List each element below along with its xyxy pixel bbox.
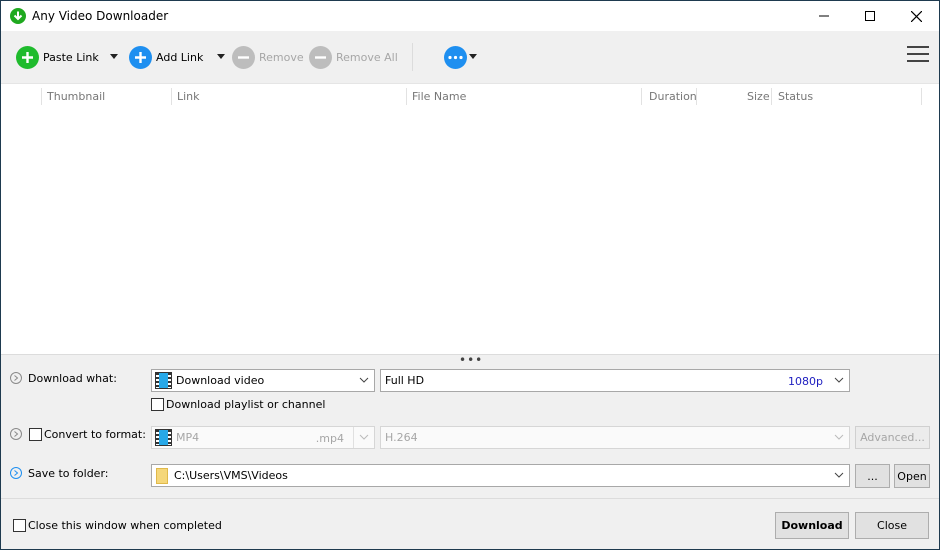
column-header-status[interactable]: Status: [778, 90, 813, 103]
more-options-button[interactable]: [444, 44, 467, 70]
close-when-completed-checkbox[interactable]: [13, 519, 26, 532]
playlist-label: Download playlist or channel: [166, 398, 326, 411]
format-value: MP4: [176, 431, 200, 444]
remove-all-label: Remove All: [336, 50, 398, 64]
remove-button[interactable]: Remove: [232, 44, 304, 70]
film-icon: [155, 429, 172, 446]
maximize-button[interactable]: [847, 1, 893, 31]
download-type-select[interactable]: Download video: [151, 369, 375, 392]
plus-icon: [16, 45, 39, 69]
format-extension: .mp4: [315, 432, 344, 445]
open-folder-button[interactable]: Open: [894, 464, 930, 488]
add-link-button[interactable]: Add Link: [129, 44, 203, 70]
column-separator[interactable]: [41, 88, 42, 105]
splitter-grip-icon[interactable]: •••: [459, 354, 483, 366]
column-separator[interactable]: [406, 88, 407, 105]
toolbar: Paste Link Add Link Remove Remove All: [1, 31, 939, 83]
more-options-icon: [444, 45, 467, 69]
quality-value: Full HD: [385, 374, 425, 387]
download-button[interactable]: Download: [775, 512, 849, 539]
paste-link-button[interactable]: Paste Link: [16, 44, 99, 70]
paste-link-label: Paste Link: [43, 50, 99, 64]
footer-bar: Close this window when completed Downloa…: [1, 498, 939, 549]
expand-arrow-icon[interactable]: [10, 467, 22, 479]
chevron-down-icon: [834, 472, 844, 478]
toolbar-separator: [412, 43, 413, 71]
hamburger-menu-icon[interactable]: [907, 46, 929, 66]
convert-format-checkbox[interactable]: [29, 428, 42, 441]
chevron-down-icon: [359, 377, 369, 383]
save-folder-path: C:\Users\VMS\Videos: [174, 469, 288, 482]
advanced-button[interactable]: Advanced...: [855, 426, 930, 449]
paste-link-dropdown-icon[interactable]: [110, 54, 118, 59]
download-what-label: Download what:: [28, 372, 117, 385]
save-folder-select[interactable]: C:\Users\VMS\Videos: [151, 464, 850, 487]
minimize-button[interactable]: [801, 1, 847, 31]
format-select[interactable]: MP4 .mp4: [151, 426, 375, 449]
add-link-dropdown-icon[interactable]: [217, 54, 225, 59]
column-separator[interactable]: [696, 88, 697, 105]
close-button[interactable]: Close: [855, 512, 929, 539]
close-window-button[interactable]: [893, 1, 939, 31]
column-separator[interactable]: [171, 88, 172, 105]
column-separator[interactable]: [771, 88, 772, 105]
add-link-label: Add Link: [156, 50, 204, 64]
expand-arrow-icon[interactable]: [10, 428, 22, 440]
chevron-down-icon: [834, 377, 844, 383]
save-folder-label: Save to folder:: [28, 467, 109, 480]
maximize-icon: [865, 11, 875, 21]
window-title: Any Video Downloader: [32, 9, 169, 23]
download-list[interactable]: Thumbnail Link File Name Duration Size S…: [1, 83, 939, 354]
browse-folder-button[interactable]: ...: [855, 464, 890, 488]
quality-resolution: 1080p: [788, 375, 823, 388]
quality-select[interactable]: Full HD 1080p: [380, 369, 850, 392]
title-bar: Any Video Downloader: [1, 1, 939, 31]
codec-select[interactable]: H.264: [380, 426, 850, 449]
minus-icon: [309, 45, 332, 69]
column-separator[interactable]: [921, 88, 922, 105]
download-type-value: Download video: [176, 374, 265, 387]
close-icon: [910, 10, 922, 22]
column-header-file-name[interactable]: File Name: [412, 90, 466, 103]
panel-splitter[interactable]: •••: [1, 354, 939, 366]
convert-format-label: Convert to format:: [44, 428, 146, 441]
column-header-size[interactable]: Size: [747, 90, 770, 103]
column-separator[interactable]: [641, 88, 642, 105]
remove-all-button[interactable]: Remove All: [309, 44, 398, 70]
column-header-thumbnail[interactable]: Thumbnail: [47, 90, 105, 103]
app-logo-icon: [10, 8, 26, 24]
codec-value: H.264: [385, 431, 418, 444]
minus-icon: [232, 45, 255, 69]
minimize-icon: [819, 15, 829, 17]
folder-icon: [156, 467, 168, 484]
playlist-checkbox[interactable]: [151, 398, 164, 411]
more-options-dropdown-icon[interactable]: [469, 54, 477, 59]
column-header-duration[interactable]: Duration: [649, 90, 697, 103]
expand-arrow-icon[interactable]: [10, 372, 22, 384]
app-window: Any Video Downloader Paste Link Add Link: [0, 0, 940, 550]
column-header-link[interactable]: Link: [177, 90, 200, 103]
plus-icon: [129, 45, 152, 69]
combo-divider: [353, 427, 354, 448]
remove-label: Remove: [259, 50, 304, 64]
chevron-down-icon: [834, 434, 844, 440]
close-when-completed-label: Close this window when completed: [28, 519, 222, 532]
chevron-down-icon: [359, 434, 369, 440]
film-icon: [155, 372, 172, 389]
